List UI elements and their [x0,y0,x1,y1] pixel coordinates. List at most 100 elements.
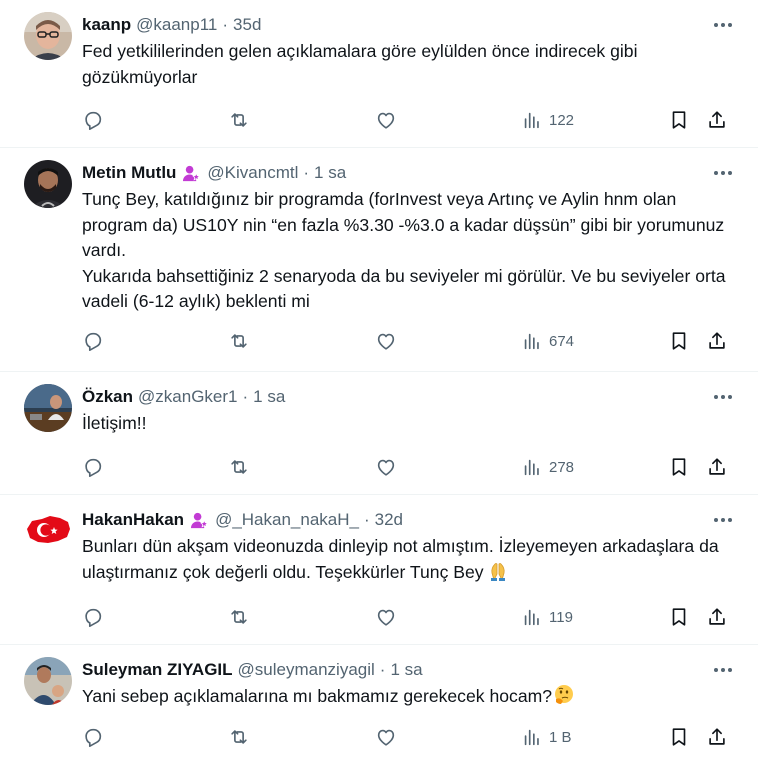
retweet-button[interactable] [228,329,250,353]
action-bar: 278 [82,455,728,479]
reply-button[interactable] [82,455,104,479]
action-bar: 122 [82,108,728,132]
retweet-button[interactable] [228,455,250,479]
author-name[interactable]: Suleyman ZIYAGIL [82,660,233,680]
tweet[interactable]: kaanp @kaanp11 · 35d Fed yetkililerinden… [0,0,758,148]
tweet[interactable]: HakanHakan @_Hakan_nakaH_ · 32d Bunları … [0,495,758,645]
reply-button[interactable] [82,725,104,749]
views-chart-icon [524,609,539,626]
retweet-icon [231,610,247,624]
more-options-icon[interactable] [712,163,734,183]
avatar[interactable] [24,12,72,60]
views-chart-icon [524,333,539,350]
share-button[interactable] [706,725,728,749]
bookmark-icon [672,332,686,350]
tweet[interactable]: Özkan @zkanGker1 · 1 sa İletişim!! 278 [0,372,758,495]
more-options-icon[interactable] [712,660,734,680]
tweet[interactable]: Metin Mutlu @Kivancmtl · 1 sa Tunç Bey, … [0,148,758,372]
share-button[interactable] [706,329,728,353]
retweet-button[interactable] [228,725,250,749]
views-count: 122 [549,111,575,129]
reply-button[interactable] [82,329,104,353]
author-name[interactable]: Metin Mutlu [82,163,176,183]
tweet-time[interactable]: 1 sa [253,387,285,407]
like-button[interactable] [375,725,397,749]
reply-button[interactable] [82,605,104,629]
author-handle[interactable]: @kaanp11 [136,15,217,35]
reply-icon [85,458,102,477]
tweet-text: İletişim!! [82,413,147,433]
tweet-time[interactable]: 32d [375,510,403,530]
thinking-face-emoji [555,685,574,704]
tweet-text: Bunları dün akşam videonuzda dinleyip no… [82,534,734,585]
author-name[interactable]: kaanp [82,15,131,35]
avatar[interactable] [24,657,72,705]
views-button[interactable]: 278 [521,455,574,479]
heart-icon [377,729,395,746]
bookmark-button[interactable] [668,725,690,749]
tweet-text: Yani sebep açıklamalarına mı bakmamız ge… [82,684,734,710]
tweet-time[interactable]: 1 sa [390,660,422,680]
reply-icon [85,111,102,130]
views-count: 1 B [549,728,572,746]
tweet-text-body: Yani sebep açıklamalarına mı bakmamız ge… [82,686,553,706]
bookmark-icon [672,111,686,129]
retweet-icon [231,460,247,474]
subscriber-badge-icon [191,512,209,528]
share-button[interactable] [706,108,728,132]
like-button[interactable] [375,455,397,479]
author-handle[interactable]: @Kivancmtl [207,163,298,183]
like-button[interactable] [375,108,397,132]
reply-icon [85,608,102,627]
avatar[interactable] [24,507,72,555]
retweet-icon [231,730,247,744]
author-handle[interactable]: @zkanGker1 [138,387,237,407]
bookmark-button[interactable] [668,329,690,353]
views-chart-icon [524,112,539,129]
bookmark-icon [672,608,686,626]
views-button[interactable]: 122 [521,108,574,132]
reply-feed: kaanp @kaanp11 · 35d Fed yetkililerinden… [0,0,758,767]
action-bar: 119 [82,605,728,629]
bookmark-button[interactable] [668,605,690,629]
subscriber-badge-icon [183,165,201,181]
heart-icon [377,609,395,626]
share-icon [709,111,725,128]
share-icon [709,332,725,349]
share-button[interactable] [706,455,728,479]
share-icon [709,458,725,475]
reply-button[interactable] [82,108,104,132]
retweet-button[interactable] [228,605,250,629]
action-bar: 674 [82,329,728,353]
author-handle[interactable]: @_Hakan_nakaH_ [215,510,359,530]
author-name[interactable]: HakanHakan [82,510,184,530]
avatar[interactable] [24,160,72,208]
views-button[interactable]: 119 [521,605,573,629]
views-button[interactable]: 1 B [521,725,572,749]
bookmark-button[interactable] [668,455,690,479]
bookmark-button[interactable] [668,108,690,132]
more-options-icon[interactable] [712,15,734,35]
share-button[interactable] [706,605,728,629]
author-name[interactable]: Özkan [82,387,133,407]
more-options-icon[interactable] [712,510,734,530]
views-chart-icon [524,729,539,746]
like-button[interactable] [375,605,397,629]
reply-icon [85,332,102,351]
heart-icon [377,333,395,350]
tweet[interactable]: Suleyman ZIYAGIL @suleymanziyagil · 1 sa… [0,645,758,767]
bookmark-icon [672,458,686,476]
retweet-icon [231,113,247,127]
views-button[interactable]: 674 [521,329,574,353]
retweet-button[interactable] [228,108,250,132]
tweet-time[interactable]: 1 sa [314,163,346,183]
tweet-time[interactable]: 35d [233,15,261,35]
separator-dot: · [242,387,249,406]
author-handle[interactable]: @suleymanziyagil [238,660,375,680]
share-icon [709,728,725,745]
views-count: 119 [549,608,573,626]
avatar[interactable] [24,384,72,432]
more-options-icon[interactable] [712,387,734,407]
tweet-text: Fed yetkililerinden gelen açıklamalara g… [82,41,638,87]
like-button[interactable] [375,329,397,353]
